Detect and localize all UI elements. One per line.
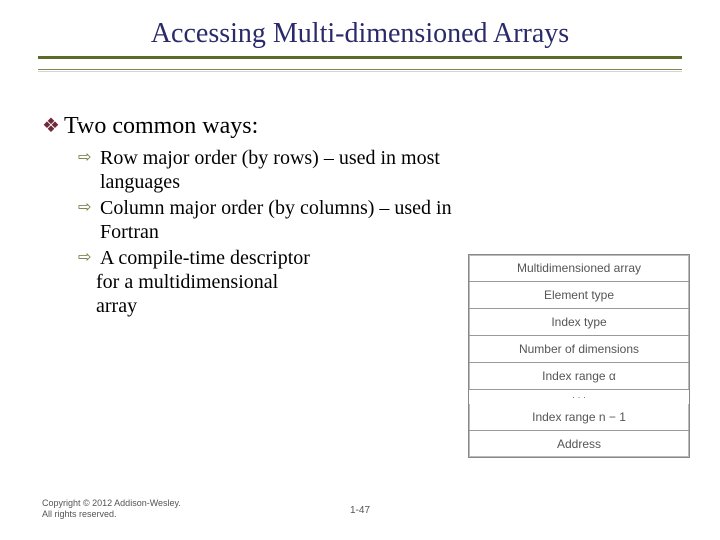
descriptor-row: Element type [469,282,689,309]
descriptor-ellipsis: · · · [469,390,689,404]
descriptor-row: Index range α [469,363,689,390]
sub-point-text: Column major order (by columns) – used i… [100,196,478,244]
sub-point-text: A compile-time descriptor [100,246,310,270]
descriptor-row: Index range n − 1 [469,404,689,431]
descriptor-row: Number of dimensions [469,336,689,363]
main-point-text: Two common ways: [64,112,258,140]
slide-number: 1-47 [350,505,370,516]
copyright-text: Copyright © 2012 Addison-Wesley. All rig… [42,498,192,520]
slide-title: Accessing Multi-dimensioned Arrays [40,18,680,50]
arrow-icon: ⇨ [78,196,100,220]
descriptor-row: Address [469,431,689,457]
descriptor-table: Multidimensioned array Element type Inde… [468,254,690,458]
descriptor-row: Multidimensioned array [469,255,689,282]
bullet-level2: ⇨ Column major order (by columns) – used… [78,196,478,244]
descriptor-row: Index type [469,309,689,336]
arrow-icon: ⇨ [78,246,100,270]
sub-point-continuation: for a multidimensional [78,270,478,294]
bullet-level2: ⇨ Row major order (by rows) – used in mo… [78,146,478,194]
bullet-level1: ❖ Two common ways: [42,112,678,140]
arrow-icon: ⇨ [78,146,100,170]
sub-point-text: Row major order (by rows) – used in most… [100,146,478,194]
diamond-icon: ❖ [42,112,64,140]
sub-point-continuation: array [78,294,478,318]
bullet-level2: ⇨ A compile-time descriptor [78,246,478,270]
title-underline [38,56,682,70]
